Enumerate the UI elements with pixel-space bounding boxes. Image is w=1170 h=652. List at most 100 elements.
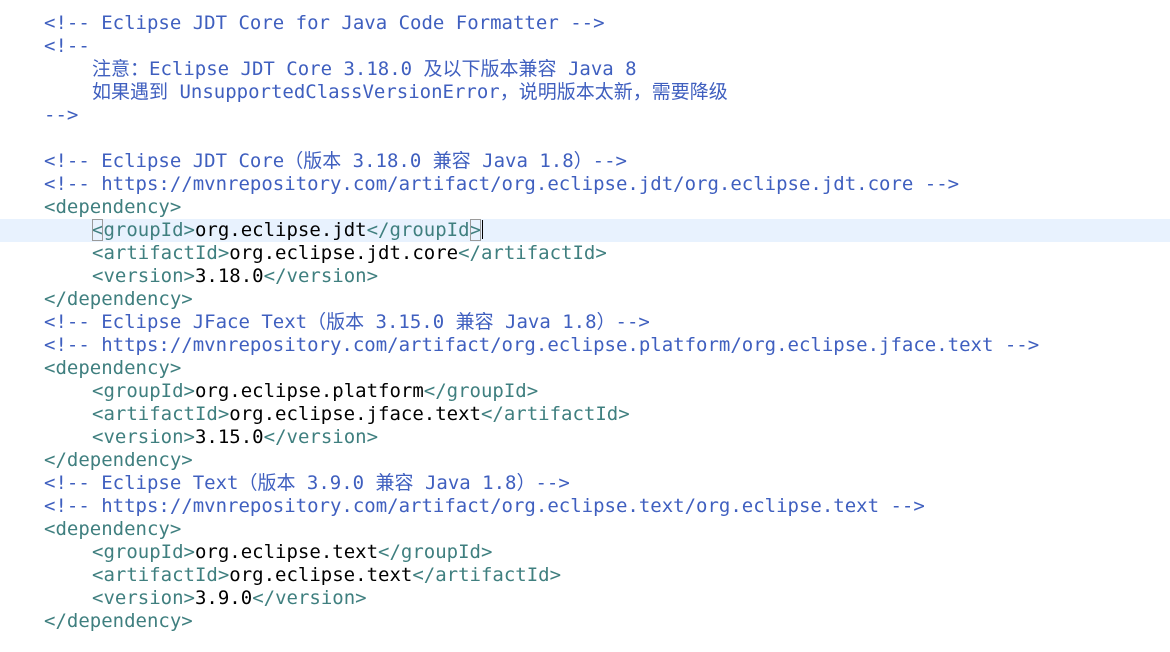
xml-tag: </dependency> [44,449,193,471]
editor-line[interactable]: <!-- Eclipse JFace Text（版本 3.15.0 兼容 Jav… [0,311,1170,334]
line-content: </dependency> [44,288,193,311]
editor-line[interactable]: </dependency> [0,449,1170,472]
tag-open-bracket: < [92,541,104,563]
editor-line[interactable]: <!-- [0,35,1170,58]
xml-tag: <dependency> [44,518,182,540]
code-editor[interactable]: <!-- Eclipse JDT Core for Java Code Form… [0,0,1170,652]
line-content: <version>3.15.0</version> [92,426,378,449]
xml-tag: </dependency> [44,610,193,632]
tag-name: groupId [103,219,184,241]
editor-line[interactable]: <artifactId>org.eclipse.jface.text</arti… [0,403,1170,426]
editor-line[interactable]: </dependency> [0,288,1170,311]
line-content: </dependency> [44,449,193,472]
tag-name: artifactId [103,564,218,586]
xml-tag: <dependency> [44,196,182,218]
line-content: <!-- https://mvnrepository.com/artifact/… [44,495,925,518]
line-content: <dependency> [44,196,181,219]
editor-line[interactable]: <artifactId>org.eclipse.text</artifactId… [0,564,1170,587]
element-value: org.eclipse.jdt [194,219,367,241]
tag-open-bracket: < [92,403,104,425]
tag-name: groupId [446,380,527,402]
editor-line[interactable]: 如果遇到 UnsupportedClassVersionError，说明版本太新… [0,81,1170,104]
tag-close-bracket: > [618,403,630,425]
editor-line[interactable]: <dependency> [0,518,1170,541]
closing-tag-open: </ [252,587,276,609]
tag-open-bracket: < [92,265,104,287]
tag-name: version [286,426,367,448]
editor-line[interactable]: <!-- Eclipse JDT Core（版本 3.18.0 兼容 Java … [0,150,1170,173]
tag-open-bracket: < [92,426,104,448]
editor-line[interactable]: <dependency> [0,357,1170,380]
editor-line[interactable]: <!-- https://mvnrepository.com/artifact/… [0,495,1170,518]
line-content: <groupId>org.eclipse.text</groupId> [92,541,492,564]
editor-line[interactable]: <groupId>org.eclipse.platform</groupId> [0,380,1170,403]
xml-comment: <!-- [44,35,90,57]
line-content: <artifactId>org.eclipse.jdt.core</artifa… [92,242,607,265]
editor-line[interactable]: <version>3.18.0</version> [0,265,1170,288]
tag-name: groupId [103,380,184,402]
xml-comment: <!-- https://mvnrepository.com/artifact/… [44,495,925,517]
xml-comment: <!-- https://mvnrepository.com/artifact/… [44,173,960,195]
tag-open-bracket: < [92,380,104,402]
tag-close-bracket: > [183,219,195,241]
line-content: <artifactId>org.eclipse.jface.text</arti… [92,403,630,426]
text-cursor [482,220,483,239]
tag-open-bracket: < [92,564,104,586]
closing-tag-open: </ [423,380,447,402]
tag-close-bracket: > [480,541,493,563]
tag-name: groupId [400,541,481,563]
line-content: 如果遇到 UnsupportedClassVersionError，说明版本太新… [92,81,728,104]
element-value: org.eclipse.jface.text [229,403,481,425]
tag-close-bracket: > [549,564,562,586]
tag-name: version [103,587,184,609]
editor-line[interactable]: <!-- Eclipse JDT Core for Java Code Form… [0,12,1170,35]
element-value: org.eclipse.text [194,541,379,563]
closing-tag-open: </ [480,403,504,425]
editor-line[interactable]: 注意：Eclipse JDT Core 3.18.0 及以下版本兼容 Java … [0,58,1170,81]
editor-line[interactable]: <!-- https://mvnrepository.com/artifact/… [0,173,1170,196]
tag-name: version [103,426,184,448]
line-content: <!-- Eclipse Text（版本 3.9.0 兼容 Java 1.8）-… [44,472,570,495]
tag-name: version [286,265,367,287]
xml-comment: <!-- Eclipse JDT Core（版本 3.18.0 兼容 Java … [44,150,627,172]
tag-name: artifactId [103,242,218,264]
line-content: <!-- https://mvnrepository.com/artifact/… [44,334,1039,357]
editor-line[interactable]: <groupId>org.eclipse.text</groupId> [0,541,1170,564]
line-content: <groupId>org.eclipse.platform</groupId> [92,380,538,403]
xml-comment: <!-- Eclipse Text（版本 3.9.0 兼容 Java 1.8）-… [44,472,570,494]
line-content: <!-- Eclipse JDT Core（版本 3.18.0 兼容 Java … [44,150,627,173]
tag-name: artifactId [435,564,550,586]
editor-line[interactable]: <!-- Eclipse Text（版本 3.9.0 兼容 Java 1.8）-… [0,472,1170,495]
closing-tag-open: </ [263,265,287,287]
line-content: <version>3.18.0</version> [92,265,378,288]
tag-name: groupId [103,541,184,563]
tag-open-bracket: < [92,219,104,241]
editor-line[interactable]: </dependency> [0,610,1170,633]
editor-line-current[interactable]: <groupId>org.eclipse.jdt</groupId> [0,219,1170,242]
tag-close-bracket: > [217,242,230,264]
tag-close-bracket: > [183,426,195,448]
tag-close-bracket: > [183,265,195,287]
editor-line[interactable]: <dependency> [0,196,1170,219]
line-content: <!-- [44,35,90,58]
xml-tag: <dependency> [44,357,182,379]
tag-name: artifactId [103,403,218,425]
element-value: 3.15.0 [194,426,264,448]
editor-line[interactable]: <artifactId>org.eclipse.jdt.core</artifa… [0,242,1170,265]
editor-line[interactable]: <version>3.9.0</version> [0,587,1170,610]
element-value: 3.9.0 [194,587,253,609]
editor-line[interactable] [0,127,1170,150]
tag-close-bracket: > [355,587,367,609]
line-content: <groupId>org.eclipse.jdt</groupId> [92,219,483,242]
tag-close-bracket: > [366,265,379,287]
tag-name: version [275,587,356,609]
editor-line[interactable]: <version>3.15.0</version> [0,426,1170,449]
editor-line[interactable]: --> [0,104,1170,127]
xml-comment: --> [44,104,79,126]
line-content: <artifactId>org.eclipse.text</artifactId… [92,564,561,587]
tag-name: groupId [389,219,470,241]
tag-close-bracket: > [595,242,607,264]
xml-comment: 注意：Eclipse JDT Core 3.18.0 及以下版本兼容 Java … [92,58,637,80]
editor-line[interactable]: <!-- https://mvnrepository.com/artifact/… [0,334,1170,357]
closing-tag-open: </ [412,564,436,586]
